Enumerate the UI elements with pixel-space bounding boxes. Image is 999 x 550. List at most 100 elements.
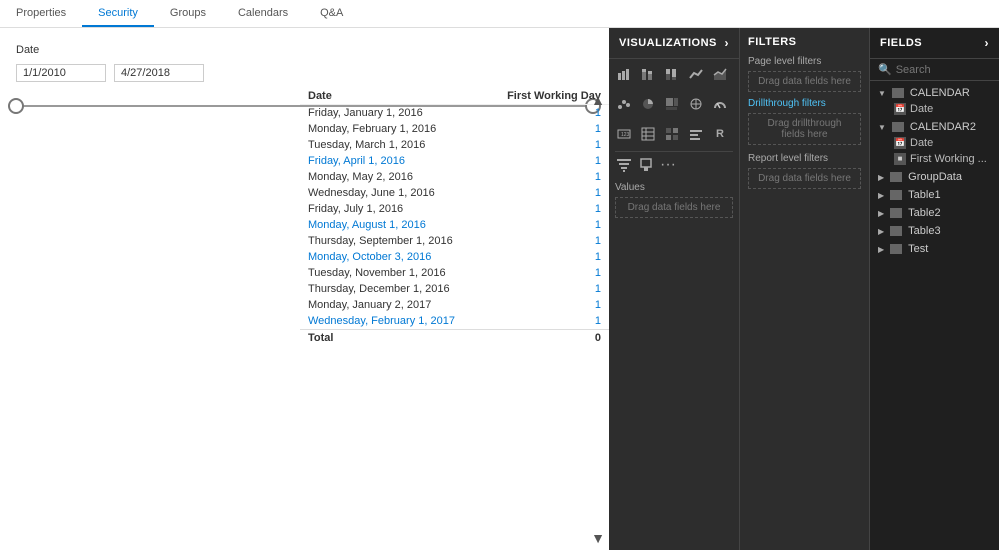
field-group-header-calendar2[interactable]: ▼CALENDAR2 — [870, 119, 999, 135]
fields-expand-icon[interactable]: › — [985, 36, 990, 50]
table-cell-value: 1 — [485, 169, 609, 185]
chevron-icon: ▶ — [878, 209, 884, 218]
table-cell-value: 1 — [485, 217, 609, 233]
table-icon — [890, 244, 902, 254]
fields-header: FIELDS › — [870, 28, 999, 59]
table-cell-value: 1 — [485, 297, 609, 313]
field-item-first-working-...[interactable]: ■First Working ... — [870, 151, 999, 167]
chevron-icon: ▼ — [878, 89, 886, 98]
viz-icon-gauge[interactable] — [711, 95, 729, 113]
viz-icon-100-bar[interactable] — [663, 65, 681, 83]
table-cell-date: Monday, August 1, 2016 — [300, 217, 485, 233]
viz-icon-pie[interactable] — [639, 95, 657, 113]
viz-title: VISUALIZATIONS — [619, 37, 717, 49]
field-group-name: CALENDAR — [910, 87, 970, 99]
table-row: Monday, October 3, 20161 — [300, 249, 609, 265]
field-group-groupdata: ▶GroupData — [870, 169, 999, 185]
viz-icon-r[interactable]: R — [711, 125, 729, 143]
field-tree: ▼CALENDAR📅Date▼CALENDAR2📅Date■First Work… — [870, 81, 999, 550]
field-group-header-table1[interactable]: ▶Table1 — [870, 187, 999, 203]
field-group-table3: ▶Table3 — [870, 223, 999, 239]
table-cell-date: Wednesday, February 1, 2017 — [300, 313, 485, 330]
report-level-drop-zone[interactable]: Drag data fields here — [748, 168, 861, 189]
date-end-input[interactable] — [114, 64, 204, 82]
table-row: Friday, April 1, 20161 — [300, 153, 609, 169]
tab-qa[interactable]: Q&A — [304, 0, 359, 27]
date-start-input[interactable] — [16, 64, 106, 82]
viz-icon-funnel[interactable] — [615, 156, 633, 174]
fields-search-bar: 🔍 — [870, 59, 999, 81]
viz-icon-treemap[interactable] — [663, 95, 681, 113]
tab-calendars[interactable]: Calendars — [222, 0, 304, 27]
field-item-label: First Working ... — [910, 153, 987, 165]
field-group-header-test[interactable]: ▶Test — [870, 241, 999, 257]
field-group-header-table2[interactable]: ▶Table2 — [870, 205, 999, 221]
table-cell-date: Tuesday, November 1, 2016 — [300, 265, 485, 281]
viz-icons-row1 — [609, 59, 739, 89]
field-group-header-calendar[interactable]: ▼ CALENDAR — [870, 85, 999, 101]
table-cell-value: 1 — [485, 121, 609, 137]
viz-icon-slicer[interactable] — [687, 125, 705, 143]
fields-title: FIELDS — [880, 37, 922, 49]
viz-icon-card[interactable]: 123 — [615, 125, 633, 143]
table-row: Friday, July 1, 20161 — [300, 201, 609, 217]
viz-icon-stacked-bar[interactable] — [639, 65, 657, 83]
field-group-calendar: ▼ CALENDAR 📅Date — [870, 85, 999, 117]
viz-icon-matrix[interactable] — [663, 125, 681, 143]
tab-groups[interactable]: Groups — [154, 0, 222, 27]
table-cell-value: 1 — [485, 233, 609, 249]
table-icon — [890, 190, 902, 200]
field-group-name: GroupData — [908, 171, 962, 183]
viz-icon-table[interactable] — [639, 125, 657, 143]
table-row: Thursday, September 1, 20161 — [300, 233, 609, 249]
drillthrough-drop-zone[interactable]: Drag drillthrough fields here — [748, 113, 861, 145]
field-group-header-table3[interactable]: ▶Table3 — [870, 223, 999, 239]
scroll-up-arrow[interactable]: ▲ — [591, 92, 605, 108]
table-icon — [892, 88, 904, 98]
table-cell-value: 1 — [485, 249, 609, 265]
table-cell-value: 1 — [485, 265, 609, 281]
page-level-drop-zone[interactable]: Drag data fields here — [748, 71, 861, 92]
viz-icon-scatter[interactable] — [615, 95, 633, 113]
table-cell-date: Monday, October 3, 2016 — [300, 249, 485, 265]
chevron-icon: ▶ — [878, 191, 884, 200]
table-row: Wednesday, February 1, 20171 — [300, 313, 609, 330]
viz-icon-area[interactable] — [711, 65, 729, 83]
col-date-header: Date — [300, 88, 485, 105]
field-item-label: Date — [910, 137, 933, 149]
tab-security[interactable]: Security — [82, 0, 154, 27]
values-drop-zone[interactable]: Drag data fields here — [615, 197, 733, 218]
field-group-table1: ▶Table1 — [870, 187, 999, 203]
slider-thumb-left[interactable] — [8, 98, 24, 114]
table-row: Monday, February 1, 20161 — [300, 121, 609, 137]
viz-icon-brush[interactable] — [637, 156, 655, 174]
viz-expand-icon[interactable]: › — [725, 36, 730, 50]
field-item-date[interactable]: 📅Date — [870, 135, 999, 151]
table-cell-value: 1 — [485, 313, 609, 330]
table-cell-date: Thursday, December 1, 2016 — [300, 281, 485, 297]
table-row: Monday, August 1, 20161 — [300, 217, 609, 233]
viz-icon-dots[interactable]: ··· — [659, 156, 677, 174]
search-input[interactable] — [896, 64, 991, 76]
chevron-icon: ▶ — [878, 245, 884, 254]
table-cell-date: Thursday, September 1, 2016 — [300, 233, 485, 249]
drillthrough-link[interactable]: Drillthrough filters — [748, 98, 861, 109]
data-table: Date First Working Day Friday, January 1… — [300, 88, 609, 346]
table-cell-date: Friday, July 1, 2016 — [300, 201, 485, 217]
search-icon: 🔍 — [878, 63, 892, 76]
field-group-header-groupdata[interactable]: ▶GroupData — [870, 169, 999, 185]
scroll-down-arrow[interactable]: ▼ — [591, 530, 605, 546]
table-cell-value: 1 — [485, 281, 609, 297]
viz-header: VISUALIZATIONS › — [609, 28, 739, 59]
left-panel: Date ▲ Date First Working Day — [0, 28, 609, 550]
table-cell-date: Friday, April 1, 2016 — [300, 153, 485, 169]
table-row: Tuesday, March 1, 20161 — [300, 137, 609, 153]
table-row-total: Total0 — [300, 330, 609, 347]
field-item-date[interactable]: 📅Date — [870, 101, 999, 117]
viz-icon-bar[interactable] — [615, 65, 633, 83]
table-row: Thursday, December 1, 20161 — [300, 281, 609, 297]
viz-icon-map[interactable] — [687, 95, 705, 113]
viz-icon-line[interactable] — [687, 65, 705, 83]
tab-properties[interactable]: Properties — [0, 0, 82, 27]
table-cell-date: Wednesday, June 1, 2016 — [300, 185, 485, 201]
